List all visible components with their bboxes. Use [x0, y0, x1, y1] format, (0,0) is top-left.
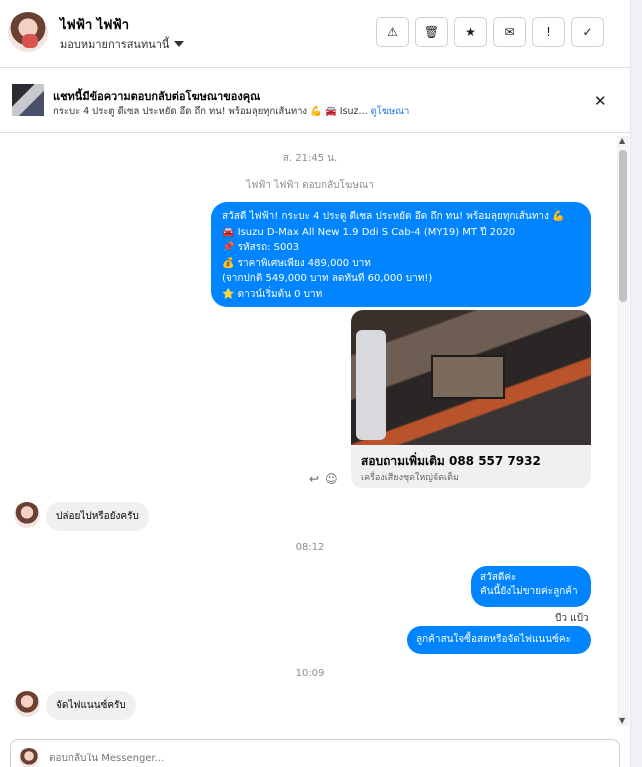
reply-input[interactable]: [49, 753, 549, 764]
ad-card-image: [351, 310, 591, 445]
assign-label: มอบหมายการสนทนานี้: [60, 38, 170, 51]
reply-composer: [10, 739, 620, 767]
mark-done-button[interactable]: ✓: [571, 17, 604, 47]
page-avatar: [19, 748, 39, 767]
star-button[interactable]: ★: [454, 17, 487, 47]
report-spam-button[interactable]: ⚠: [376, 17, 409, 47]
ad-card-title: สอบถามเพิ่มเติม 088 557 7932: [361, 454, 541, 468]
message-actions: ↩ ☺: [309, 472, 338, 486]
contact-avatar-small: [14, 502, 40, 528]
right-edge-panel: [630, 0, 642, 767]
emoji-react-icon[interactable]: ☺: [325, 472, 338, 486]
outgoing-message-line: สวัสดีค่ะ: [480, 572, 517, 583]
ad-subtitle-text: กระบะ 4 ประตู ดีเซล ประหยัด อึด ถึก ทน! …: [53, 106, 368, 117]
ad-banner-subtitle: กระบะ 4 ประตู ดีเซล ประหยัด อึด ถึก ทน! …: [53, 104, 409, 119]
trash-icon: 🗑: [423, 25, 440, 39]
ad-message-line: สวัสดี ไฟฟ้า! กระบะ 4 ประตู ดีเซล ประหยั…: [222, 211, 565, 222]
assign-conversation-dropdown[interactable]: มอบหมายการสนทนานี้: [60, 35, 185, 53]
caret-down-icon: [174, 41, 185, 47]
ad-message-line: 📌 รหัสรถ: S003: [222, 242, 300, 253]
follow-up-icon: !: [546, 25, 551, 39]
ad-message-line: ⭐ ดาวน์เริ่มต้น 0 บาท: [222, 288, 323, 300]
delete-button[interactable]: 🗑: [415, 17, 448, 47]
contact-avatar[interactable]: [8, 12, 48, 52]
ad-card[interactable]: สอบถามเพิ่มเติม 088 557 7932 เครื่องเสีย…: [351, 310, 591, 488]
incoming-message: จัดไฟแนนซ์ครับ: [46, 691, 136, 720]
follow-up-button[interactable]: !: [532, 17, 565, 47]
scrollbar-thumb[interactable]: [619, 150, 627, 302]
outgoing-message: สวัสดีค่ะ คันนี้ยังไม่ขายค่ะลูกค้า: [471, 566, 591, 607]
close-icon[interactable]: ✕: [594, 92, 607, 110]
conversation-header: ไฟฟ้า ไฟฟ้า มอบหมายการสนทนานี้ ⚠ 🗑 ★ ✉ !…: [0, 0, 630, 68]
ad-reply-note: ไฟฟ้า ไฟฟ้า ตอบกลับโฆษณา: [246, 180, 374, 191]
timestamp: ส. 21:45 น.: [282, 153, 338, 164]
scroll-up-arrow-icon[interactable]: ▲: [619, 136, 625, 145]
sender-name: บีว แป้ว: [555, 613, 589, 624]
contact-avatar-small: [14, 691, 40, 717]
timestamp: 10:09: [295, 668, 325, 679]
ad-card-subtitle: เครื่องเสียงชุดใหญ่จัดเต็ม: [361, 473, 459, 483]
ad-banner-title: แชทนี้มีข้อความตอบกลับต่อโฆษณาของคุณ: [53, 90, 261, 103]
contact-name[interactable]: ไฟฟ้า ไฟฟ้า: [60, 14, 129, 35]
ad-thumbnail: [12, 84, 44, 116]
header-actions: ⚠ 🗑 ★ ✉ ! ✓: [376, 17, 604, 47]
outgoing-message-line: คันนี้ยังไม่ขายค่ะลูกค้า: [480, 586, 578, 597]
view-ad-link[interactable]: ดูโฆษณา: [371, 106, 410, 117]
outgoing-message: ลูกค้าสนใจซื้อสดหรือจัดไฟแนนซ์คะ: [407, 626, 591, 654]
star-icon: ★: [465, 25, 476, 39]
reply-icon[interactable]: ↩: [309, 472, 319, 486]
warning-icon: ⚠: [387, 25, 398, 39]
ad-message-line: 🚘 Isuzu D-Max All New 1.9 Ddi S Cab-4 (M…: [222, 226, 516, 238]
mark-unread-icon: ✉: [504, 25, 515, 39]
ad-message-line: (จากปกติ 549,000 บาท ลดทันที 60,000 บาท!…: [222, 273, 433, 284]
scroll-down-arrow-icon[interactable]: ▼: [619, 716, 625, 725]
ad-message-bubble: สวัสดี ไฟฟ้า! กระบะ 4 ประตู ดีเซล ประหยั…: [211, 202, 591, 307]
done-check-icon: ✓: [582, 25, 593, 39]
incoming-message: ปล่อยไปหรือยังครับ: [46, 502, 149, 531]
ad-context-banner: แชทนี้มีข้อความตอบกลับต่อโฆษณาของคุณ กระ…: [0, 69, 630, 133]
timestamp: 08:12: [295, 542, 325, 553]
ad-message-line: 💰 ราคาพิเศษเพียง 489,000 บาท: [222, 257, 371, 269]
mark-unread-button[interactable]: ✉: [493, 17, 526, 47]
